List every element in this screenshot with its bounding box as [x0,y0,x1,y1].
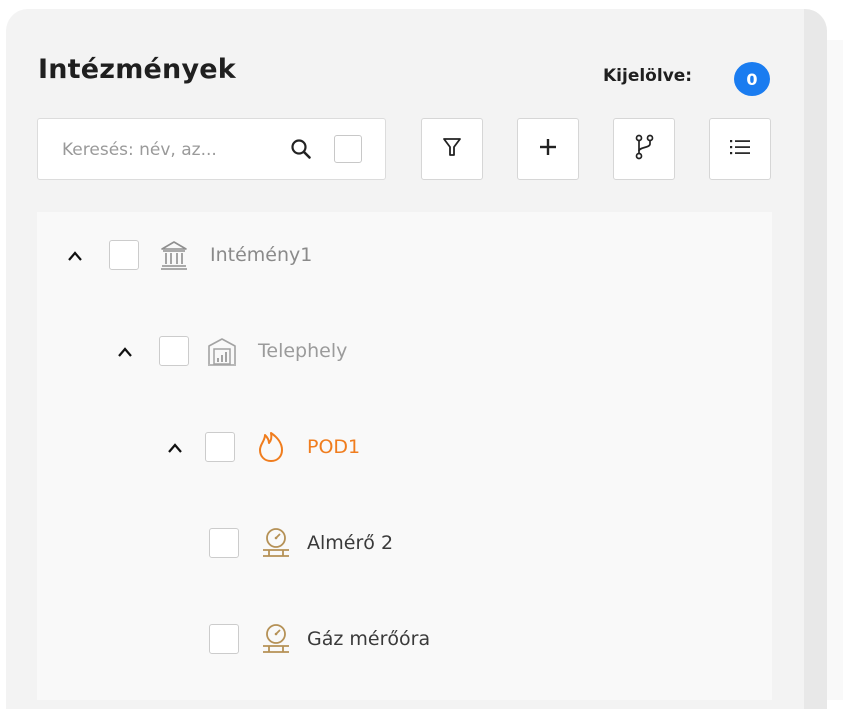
flame-icon [257,430,285,468]
tree-node-checkbox[interactable] [209,528,239,558]
gas-meter-icon [259,526,293,564]
tree-node-label[interactable]: Intémény1 [210,244,312,266]
adjacent-pane [827,40,843,700]
tree-node-meter[interactable]: Almérő 2 [209,524,609,564]
tree-node-label[interactable]: Gáz mérőóra [307,628,430,650]
tree-node-label[interactable]: Almérő 2 [307,532,393,554]
tree-node-checkbox[interactable] [109,240,139,270]
search-box[interactable] [37,118,386,180]
list-icon [729,137,751,161]
institution-icon [157,238,191,276]
tree-node-site[interactable]: Telephely [115,332,515,372]
branch-icon [633,134,655,164]
search-select-all-checkbox[interactable] [334,135,362,163]
selected-count-label: Kijelölve: [603,66,693,86]
plus-icon [537,136,559,162]
panel-divider [804,9,827,709]
institution-tree: Intémény1 Telephely POD1 Almérő 2 Gáz mé… [37,212,772,700]
add-button[interactable] [517,118,579,180]
page-title: Intézmények [38,54,236,85]
tree-node-meter[interactable]: Gáz mérőóra [209,620,609,660]
tree-node-checkbox[interactable] [209,624,239,654]
collapse-caret-icon[interactable] [165,438,185,462]
search-input[interactable] [62,137,262,163]
tree-node-institution[interactable]: Intémény1 [65,236,465,276]
tree-node-label[interactable]: Telephely [258,340,347,362]
search-icon[interactable] [290,138,312,164]
tree-node-checkbox[interactable] [205,432,235,462]
gas-meter-icon [259,622,293,660]
selected-count-badge: 0 [734,62,770,96]
tree-node-checkbox[interactable] [159,336,189,366]
tree-node-pod[interactable]: POD1 [165,428,565,468]
filter-button[interactable] [421,118,483,180]
list-view-button[interactable] [709,118,771,180]
hierarchy-button[interactable] [613,118,675,180]
collapse-caret-icon[interactable] [65,246,85,270]
filter-icon [441,136,463,162]
tree-node-label[interactable]: POD1 [307,436,360,458]
site-building-icon [205,334,239,372]
collapse-caret-icon[interactable] [115,342,135,366]
